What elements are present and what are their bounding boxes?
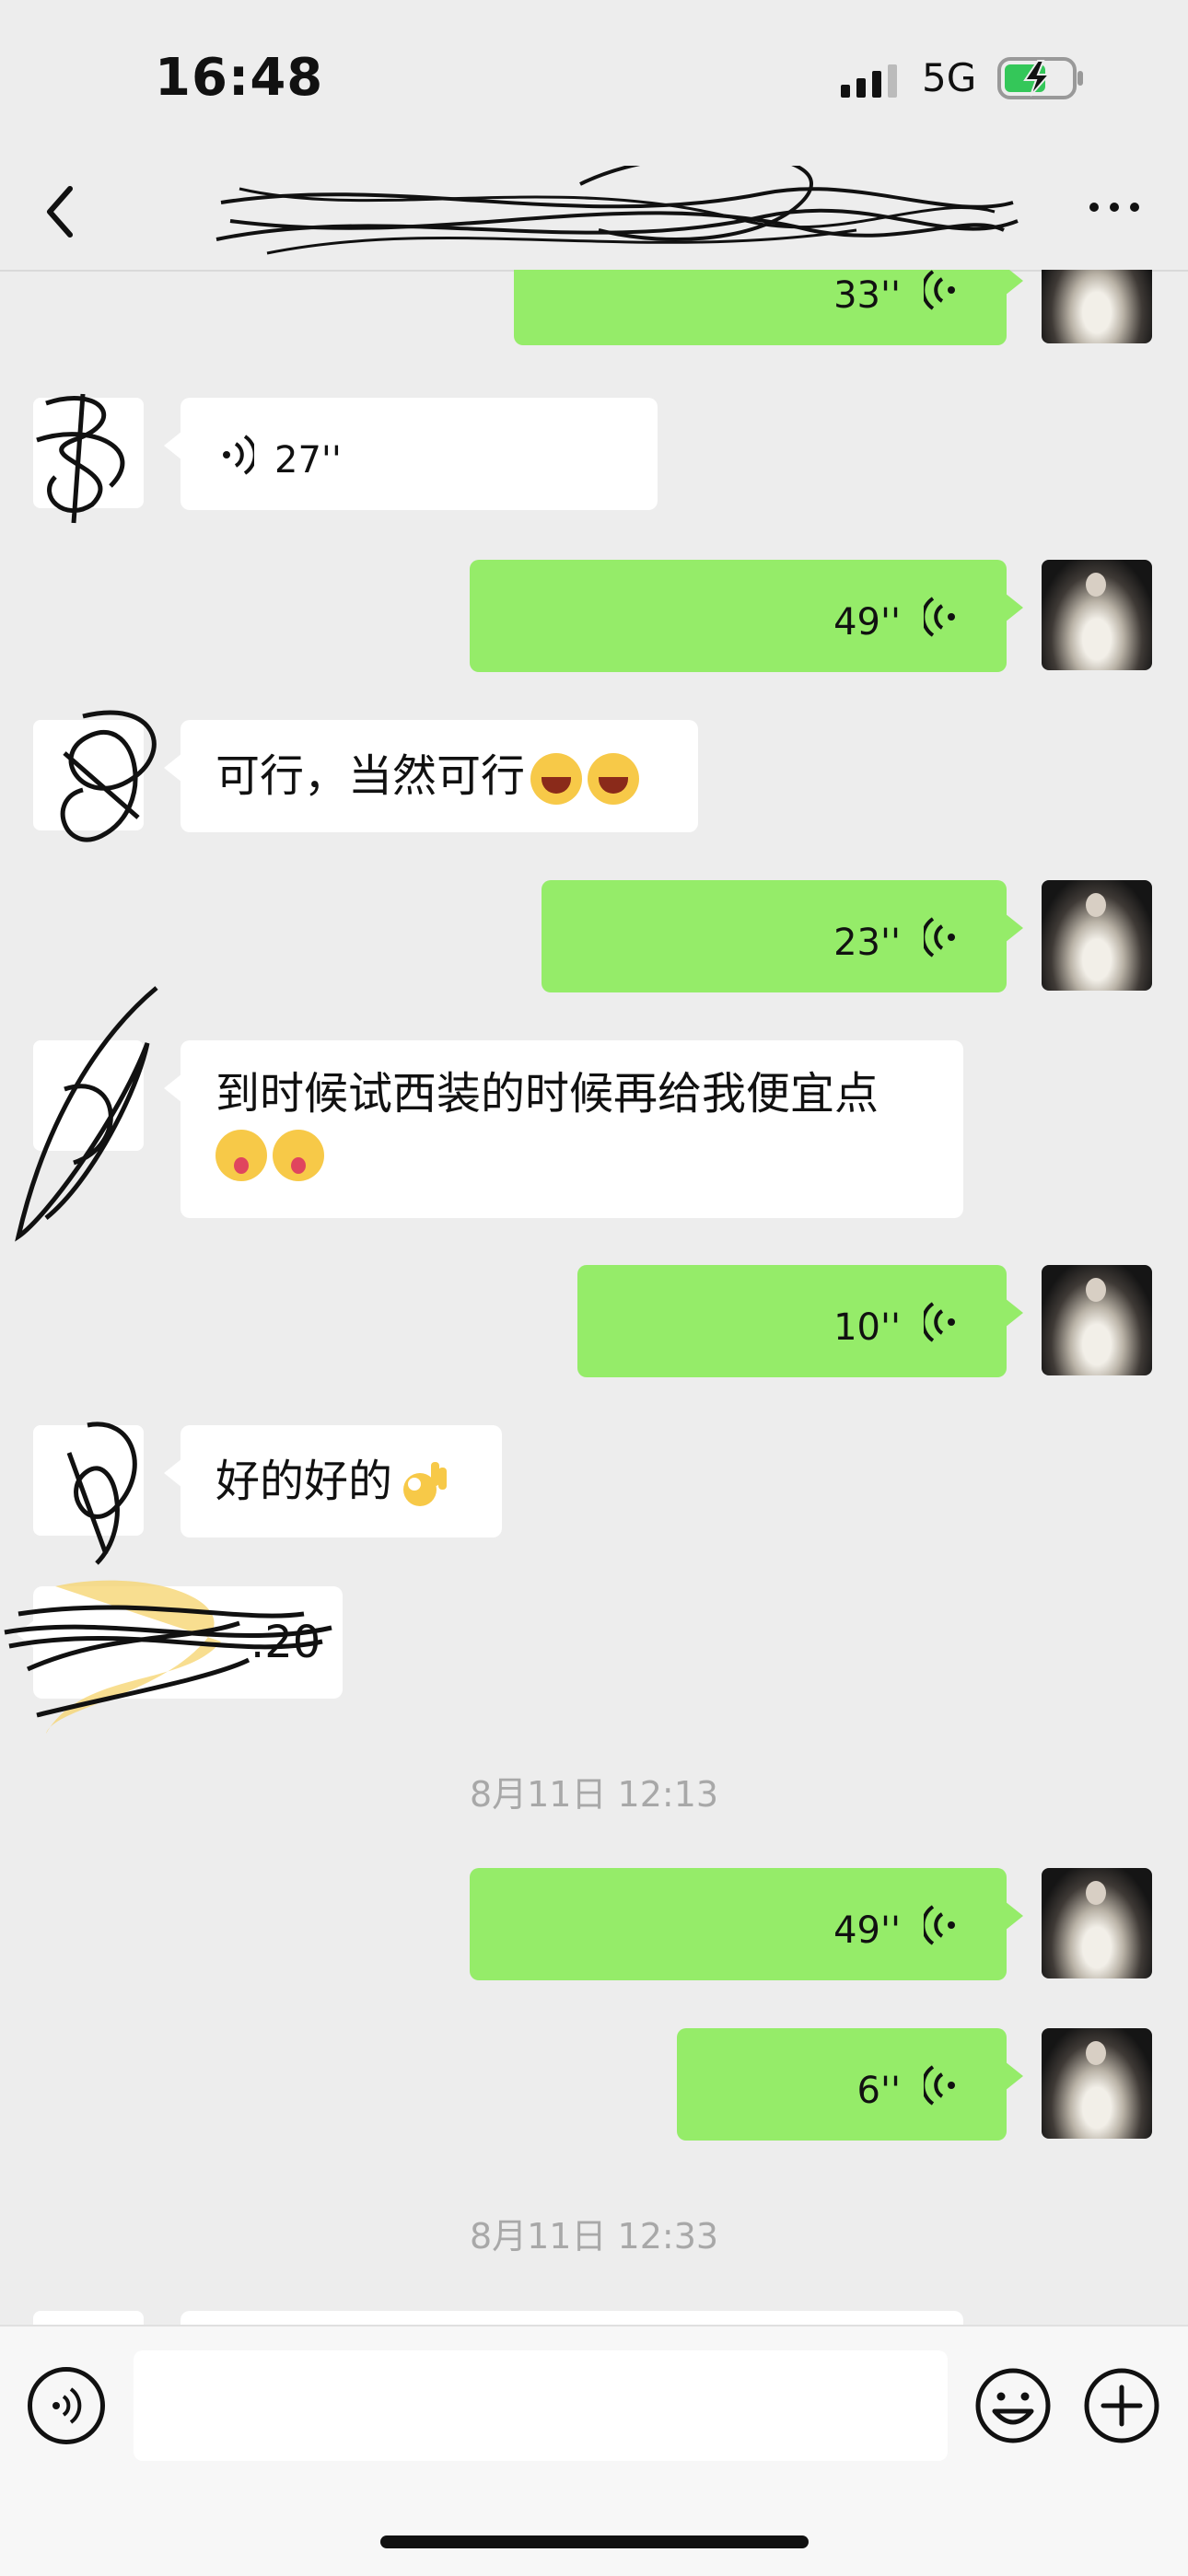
chat-title-redacted: [212, 166, 1022, 267]
voice-message-bubble[interactable]: 23'': [542, 880, 1023, 992]
voice-input-toggle-button[interactable]: [28, 2367, 105, 2444]
chat-timestamp: 8月11日 12:33: [469, 2216, 719, 2257]
back-icon[interactable]: [39, 180, 83, 244]
voice-message-bubble[interactable]: 49'': [470, 560, 1023, 672]
message-text: 好的好的: [215, 1456, 393, 1507]
my-avatar[interactable]: [1042, 1868, 1152, 1978]
battery-charging-icon: [997, 57, 1083, 99]
network-type: 5G: [922, 55, 977, 100]
text-message-bubble[interactable]: 好的好的: [164, 1425, 502, 1537]
my-avatar[interactable]: [1042, 2028, 1152, 2139]
voice-duration: 23'': [833, 922, 901, 964]
my-avatar[interactable]: [1042, 560, 1152, 670]
voice-duration: 33'': [833, 274, 901, 317]
more-icon[interactable]: [1085, 189, 1144, 226]
voice-message-bubble[interactable]: 49'': [470, 1868, 1023, 1980]
contact-avatar-redacted[interactable]: [33, 720, 144, 830]
contact-avatar-redacted[interactable]: [33, 1040, 144, 1151]
message-text: 可行，当然可行: [215, 750, 526, 802]
home-indicator: [380, 2535, 809, 2548]
contact-avatar-redacted[interactable]: [33, 2311, 144, 2325]
status-time: 16:48: [155, 48, 324, 108]
text-message-bubble[interactable]: [181, 2311, 963, 2325]
message-text: 到时候试西装的时候再给我便宜点: [215, 1068, 879, 1120]
voice-message-bubble[interactable]: 10'': [577, 1265, 1023, 1377]
voice-message-bubble[interactable]: 33'': [514, 270, 1023, 345]
voice-message-bubble[interactable]: 27'': [164, 398, 658, 510]
laughing-crying-emoji-icon: [530, 753, 583, 805]
voice-duration: 6'': [856, 2070, 901, 2112]
voice-duration: 49'': [833, 1909, 901, 1952]
contact-avatar-redacted[interactable]: [33, 398, 144, 508]
voice-wave-icon: [223, 435, 254, 475]
text-message-bubble[interactable]: 可行，当然可行: [164, 720, 698, 832]
message-text: .20: [250, 1617, 321, 1668]
emoji-icon[interactable]: [974, 2367, 1052, 2444]
voice-wave-icon: [924, 1302, 955, 1342]
plus-icon[interactable]: [1083, 2367, 1160, 2444]
voice-wave-icon: [924, 1905, 955, 1945]
voice-wave-icon: [52, 2387, 82, 2424]
signal-icon: [841, 64, 897, 98]
my-avatar[interactable]: [1042, 880, 1152, 991]
message-input[interactable]: [134, 2350, 948, 2461]
voice-message-bubble[interactable]: 6'': [677, 2028, 1023, 2141]
chat-timestamp: 8月11日 12:13: [469, 1774, 719, 1815]
my-avatar[interactable]: [1042, 1265, 1152, 1375]
voice-wave-icon: [924, 917, 955, 957]
laughing-crying-emoji-icon: [588, 753, 640, 805]
winking-tongue-emoji-icon: [215, 1130, 267, 1181]
voice-duration: 49'': [833, 601, 901, 644]
ok-hand-emoji-icon: [398, 1458, 449, 1510]
text-message-bubble[interactable]: 到时候试西装的时候再给我便宜点: [164, 1040, 963, 1218]
voice-wave-icon: [924, 270, 955, 310]
voice-wave-icon: [924, 597, 955, 637]
my-avatar[interactable]: [1042, 270, 1152, 343]
voice-wave-icon: [924, 2065, 955, 2106]
winking-tongue-emoji-icon: [273, 1130, 324, 1181]
voice-duration: 27'': [274, 439, 342, 482]
redacted-message-bubble[interactable]: .20: [17, 1586, 343, 1699]
chat-message-list[interactable]: 33'' 27'' 49'' 可行，当然可行 23'' 到时候试西装的时候再给我…: [0, 270, 1188, 2325]
voice-duration: 10'': [833, 1306, 901, 1349]
contact-avatar-redacted[interactable]: [33, 1425, 144, 1536]
